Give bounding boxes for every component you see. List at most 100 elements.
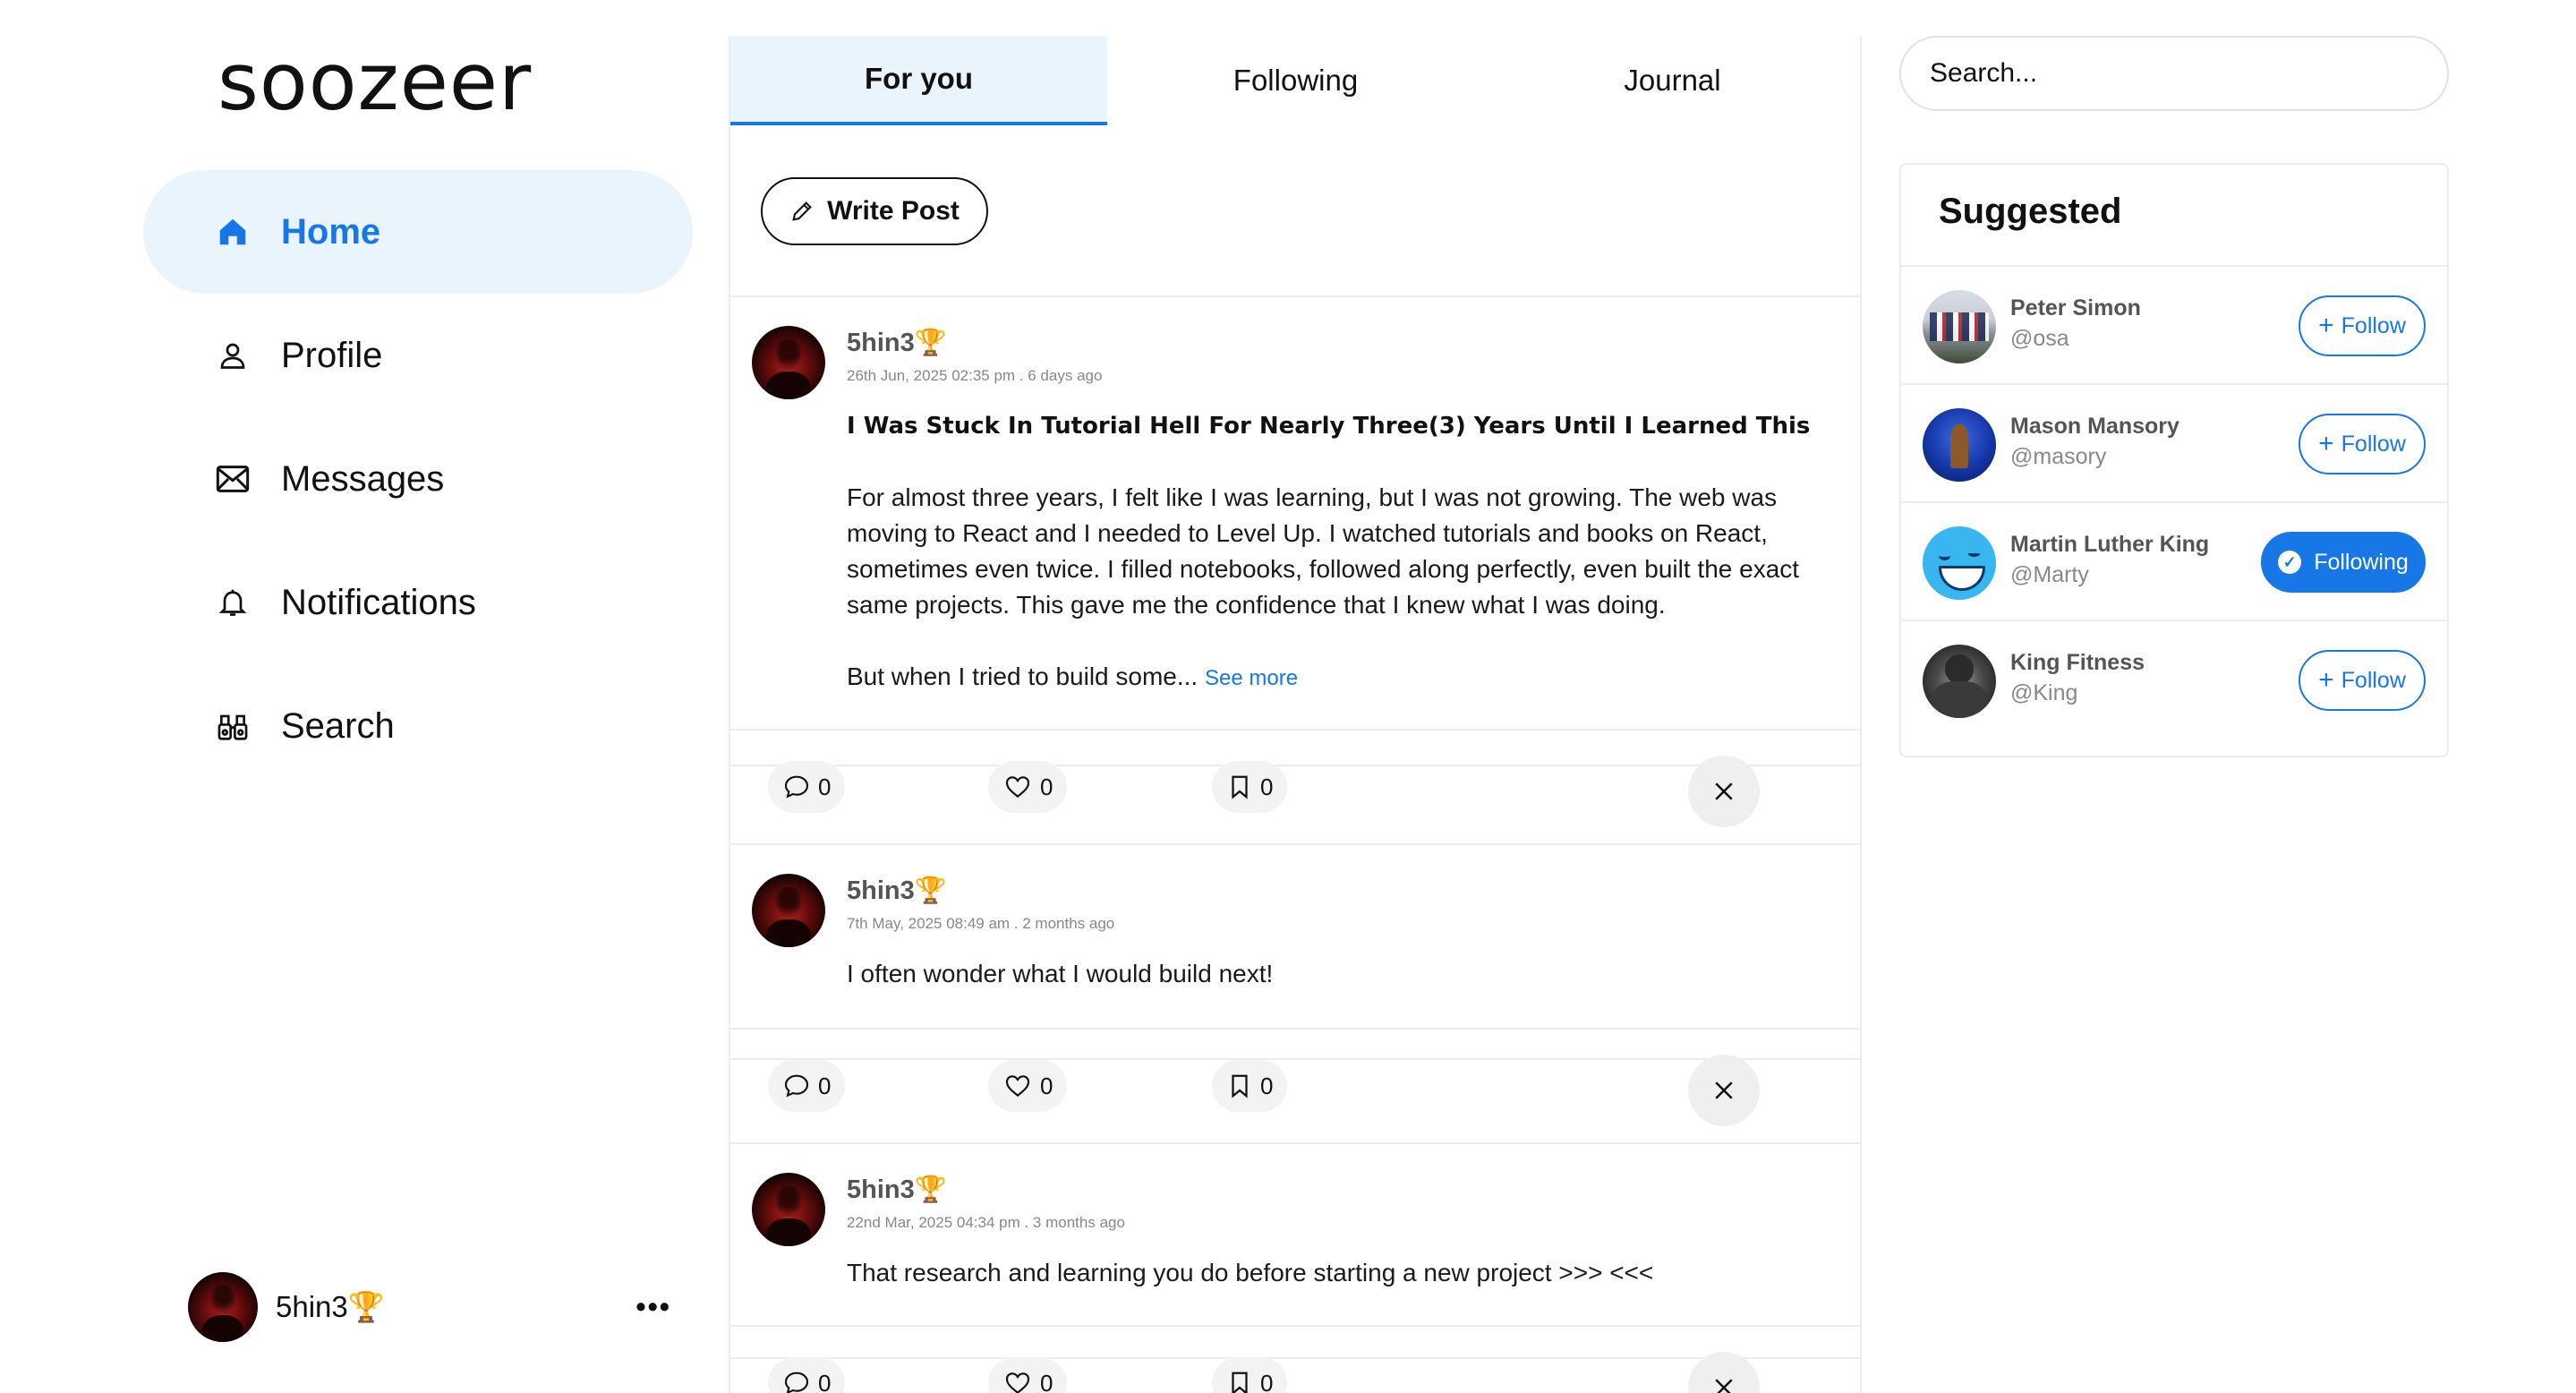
pencil-icon [792,201,812,221]
comment-count: 0 [818,773,832,800]
suggested-user-name[interactable]: Mason Mansory [2010,414,2179,440]
suggested-user-name[interactable]: Martin Luther King [2010,532,2209,558]
bell-icon [215,585,251,620]
search-input[interactable] [1899,36,2449,111]
suggested-user[interactable]: Peter Simon @osa + Follow [1901,265,2447,383]
suggested-user-handle: @Marty [2010,562,2089,587]
post-timestamp: 22nd Mar, 2025 04:34 pm . 3 months ago [847,1214,1125,1231]
like-count: 0 [1040,1072,1053,1099]
avatar[interactable] [1923,408,1996,482]
user-icon [215,338,251,373]
post-text: For almost three years, I felt like I wa… [847,483,1800,619]
comment-button[interactable]: 0 [768,1060,846,1112]
bookmark-icon [1232,775,1248,799]
app-logo[interactable]: soozeer [218,39,532,125]
suggested-panel: Suggested Peter Simon @osa + Follow Maso… [1899,163,2449,757]
suggested-user[interactable]: Mason Mansory @masory + Follow [1901,383,2447,501]
more-options-icon[interactable]: ••• [635,1291,671,1324]
check-icon: ✓ [2278,551,2302,574]
comment-count: 0 [818,1072,832,1099]
comment-icon [784,775,809,799]
nav-label-profile: Profile [281,335,383,375]
avatar[interactable] [752,1173,825,1246]
avatar[interactable] [1923,645,1996,718]
bookmark-count: 0 [1260,1072,1274,1099]
bookmark-icon [1232,1372,1248,1393]
bookmark-button[interactable]: 0 [1212,761,1288,813]
post-text: That research and learning you do before… [847,1259,1654,1286]
comment-button[interactable]: 0 [768,1357,846,1393]
suggested-user-handle: @King [2010,680,2078,705]
follow-button[interactable]: + Follow [2299,650,2426,711]
nav-item-notifications[interactable]: Notifications [143,541,693,664]
like-button[interactable]: 0 [988,761,1068,813]
suggested-user-handle: @masory [2010,444,2107,469]
see-more-link[interactable]: See more [1205,666,1298,690]
suggested-user-name[interactable]: Peter Simon [2010,295,2141,321]
tab-for-you[interactable]: For you [730,36,1107,125]
current-user-card[interactable]: 5hin3🏆 ••• [188,1271,671,1343]
binoculars-icon [215,708,251,744]
heart-icon [1005,1075,1030,1098]
close-icon [1715,1081,1733,1099]
suggested-user[interactable]: Martin Luther King @Marty ✓ Following [1901,501,2447,620]
dismiss-post-button[interactable] [1688,756,1760,827]
like-count: 0 [1040,1369,1053,1393]
bookmark-count: 0 [1260,1369,1274,1393]
tab-following[interactable]: Following [1107,36,1484,125]
nav-item-search[interactable]: Search [143,664,693,788]
follow-button[interactable]: + Follow [2299,295,2426,356]
nav-label-search: Search [281,705,395,746]
plus-icon: + [2318,311,2334,340]
post-author[interactable]: 5hin3🏆 [847,1175,947,1205]
post-title: I Was Stuck In Tutorial Hell For Nearly … [847,413,1811,440]
post-item[interactable]: 5hin3🏆 26th Jun, 2025 02:35 pm . 6 days … [730,297,1862,766]
avatar[interactable] [188,1272,258,1342]
dismiss-post-button[interactable] [1688,1352,1760,1393]
write-post-button[interactable]: Write Post [761,177,988,245]
like-button[interactable]: 0 [988,1060,1068,1112]
plus-icon: + [2318,665,2334,695]
post-text: I often wonder what I would build next! [847,960,1274,987]
comment-count: 0 [818,1369,832,1393]
avatar[interactable] [1923,290,1996,363]
write-post-label: Write Post [827,196,960,226]
like-button[interactable]: 0 [988,1357,1068,1393]
suggested-user-name[interactable]: King Fitness [2010,650,2145,676]
comment-button[interactable]: 0 [768,761,846,813]
nav-item-messages[interactable]: Messages [143,417,693,541]
suggested-title: Suggested [1939,192,2122,231]
following-button[interactable]: ✓ Following [2261,532,2426,593]
suggested-user[interactable]: King Fitness @King + Follow [1901,620,2447,738]
follow-button[interactable]: + Follow [2299,414,2426,474]
plus-icon: + [2318,429,2334,458]
post-actions: 0 0 0 [730,1028,1862,1144]
close-icon [1715,782,1733,800]
dismiss-post-button[interactable] [1688,1055,1760,1126]
post-author[interactable]: 5hin3🏆 [847,876,947,906]
post-author[interactable]: 5hin3🏆 [847,328,947,358]
bookmark-button[interactable]: 0 [1212,1357,1288,1393]
post-text-truncated: But when I tried to build some... [847,662,1198,690]
compose-area: Write Post [730,125,1862,297]
avatar[interactable] [752,326,825,399]
post-excerpt: But when I tried to build some... See mo… [847,659,1831,696]
heart-icon [1005,1372,1030,1393]
like-count: 0 [1040,773,1053,800]
bookmark-button[interactable]: 0 [1212,1060,1288,1112]
avatar[interactable] [752,874,825,947]
tab-journal[interactable]: Journal [1484,36,1861,125]
nav-item-home[interactable]: Home [143,170,693,294]
bookmark-count: 0 [1260,773,1274,800]
suggested-user-handle: @osa [2010,326,2069,351]
nav-label-messages: Messages [281,458,445,499]
post-actions: 0 0 0 [730,729,1862,845]
left-sidebar: soozeer Home Profile Messages Notificati… [0,0,725,1393]
follow-label: Follow [2341,667,2406,693]
post-timestamp: 7th May, 2025 08:49 am . 2 months ago [847,915,1115,932]
home-icon [215,214,251,250]
follow-label: Follow [2341,431,2406,457]
heart-icon [1005,776,1030,799]
avatar[interactable] [1923,526,1996,600]
nav-item-profile[interactable]: Profile [143,294,693,417]
